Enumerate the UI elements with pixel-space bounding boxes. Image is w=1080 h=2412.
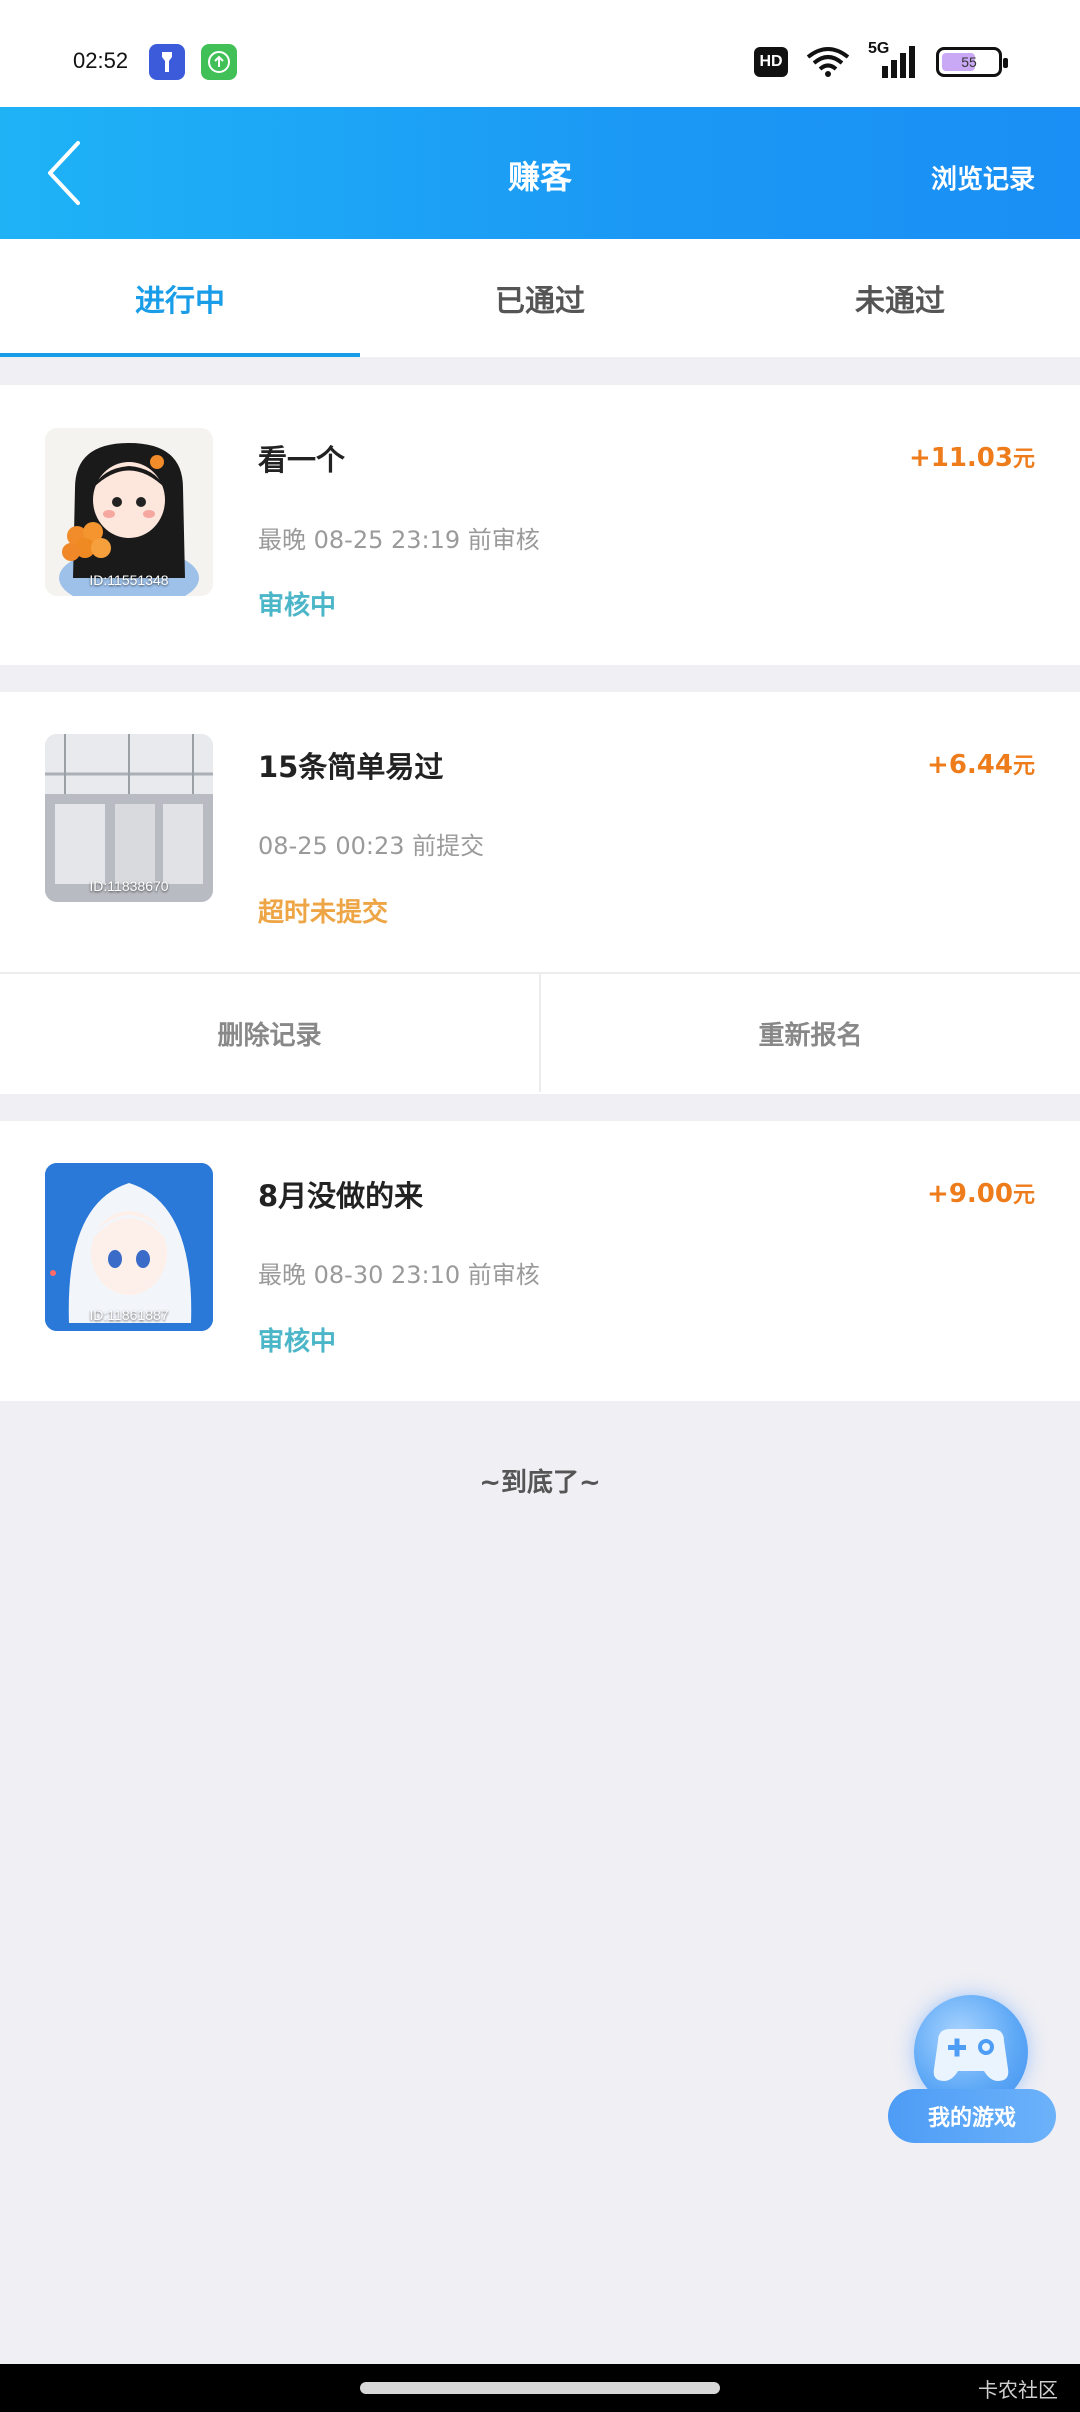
status-indicators: HD 5G 55 [754,40,1008,80]
upload-app-icon [201,44,237,80]
delete-record-button[interactable]: 删除记录 [0,974,539,1092]
my-games-button[interactable]: 我的游戏 [888,1995,1056,2145]
task-deadline: 最晚 08-30 23:10 前审核 [258,1261,540,1289]
task-card[interactable]: ID:11551348 看一个 +11.03元 最晚 08-25 23:19 前… [0,385,1080,665]
task-thumbnail: ID:11838670 [45,734,213,902]
app-header: 赚客 浏览记录 [0,107,1080,239]
home-gesture-handle[interactable] [360,2382,720,2394]
browse-history-button[interactable]: 浏览记录 [931,159,1035,196]
hd-badge: HD [754,47,788,77]
watermark: 卡农社区 [978,2378,1058,2402]
tab-rejected[interactable]: 未通过 [720,239,1080,357]
battery-level: 55 [961,54,977,70]
tab-passed[interactable]: 已通过 [360,239,720,357]
task-title: 15条简单易过 [258,750,444,784]
reward-unit: 元 [1012,447,1035,472]
task-reward: +9.00元 [927,1177,1035,1209]
task-actions: 删除记录 重新报名 [0,972,1080,1092]
my-games-label: 我的游戏 [888,2089,1056,2143]
task-title: 8月没做的来 [258,1179,424,1213]
task-status: 超时未提交 [258,898,389,928]
reward-amount: +9.00 [927,1179,1013,1209]
task-status: 审核中 [258,591,337,621]
status-tabs: 进行中 已通过 未通过 [0,239,1080,357]
task-title: 看一个 [258,443,346,477]
re-register-button[interactable]: 重新报名 [539,974,1080,1092]
system-navigation-bar: 卡农社区 [0,2364,1080,2412]
reward-amount: +6.44 [927,750,1013,780]
end-of-list-text: ~到底了~ [479,1468,601,1498]
page-title: 赚客 [507,158,572,196]
task-card[interactable]: ID:11861887 8月没做的来 +9.00元 最晚 08-30 23:10… [0,1121,1080,1401]
thumbnail-id: ID:11861887 [89,1307,169,1323]
task-card[interactable]: ID:11838670 15条简单易过 +6.44元 08-25 00:23 前… [0,692,1080,1094]
battery-icon: 55 [936,47,1008,77]
task-thumbnail: ID:11861887 [45,1163,213,1331]
task-deadline: 08-25 00:23 前提交 [258,832,485,860]
task-reward: +6.44元 [927,748,1035,780]
task-deadline: 最晚 08-25 23:19 前审核 [258,526,540,554]
wifi-icon [806,47,850,77]
thumbnail-id: ID:11551348 [89,572,169,588]
reward-unit: 元 [1012,754,1035,779]
status-bar: 02:52 HD 5G 55 [0,0,1080,107]
signal-icon: 5G [868,40,918,80]
reward-amount: +11.03 [908,443,1013,473]
status-time: 02:52 [73,48,129,73]
thumbnail-id: ID:11838670 [89,878,169,894]
task-thumbnail: ID:11551348 [45,428,213,596]
tab-in-progress[interactable]: 进行中 [0,239,360,357]
reward-unit: 元 [1012,1183,1035,1208]
flashlight-app-icon [149,44,185,80]
task-status: 审核中 [258,1327,337,1357]
task-reward: +11.03元 [909,441,1035,473]
